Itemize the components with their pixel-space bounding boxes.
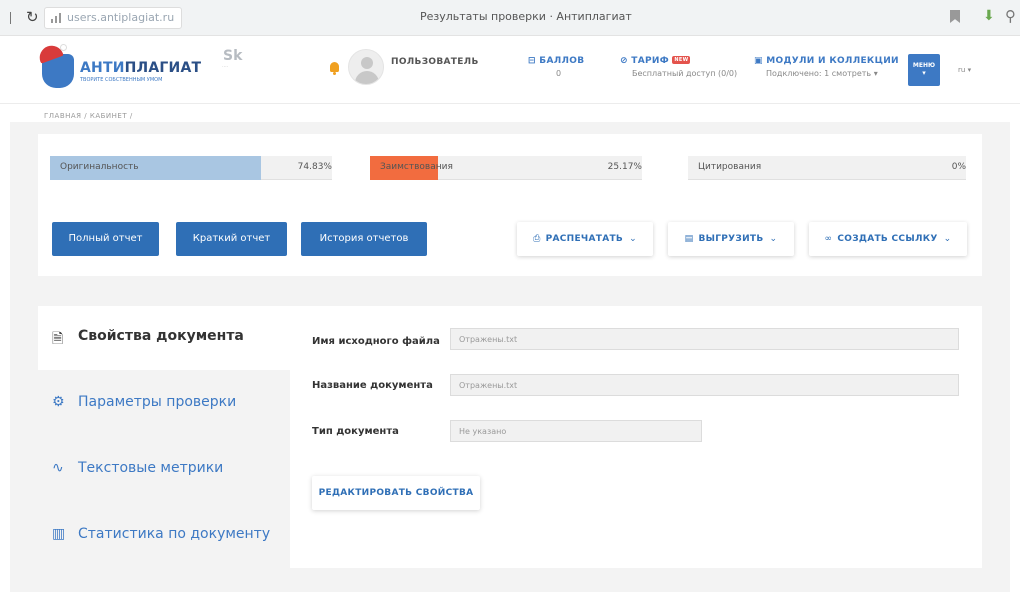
tariff-label: ТАРИФ <box>631 56 669 66</box>
report-history-button[interactable]: История отчетов <box>301 222 427 256</box>
download-extension-icon[interactable]: ⬇ <box>983 8 995 24</box>
doctype-label: Тип документа <box>312 426 399 437</box>
skolkovo-logo: Sk <box>223 48 243 64</box>
report-summary-card: Оригинальность 74.83% Заимствования 25.1… <box>38 134 982 276</box>
export-icon: ▤ <box>684 234 694 244</box>
export-button[interactable]: ▤ ВЫГРУЗИТЬ ⌄ <box>668 222 794 256</box>
antiplagiat-logo[interactable]: АНТИПЛАГИАТ ТВОРИТЕ СОБСТВЕННЫМ УМОМ <box>36 42 201 90</box>
points-block[interactable]: ⊟ БАЛЛОВ 0 <box>528 56 584 78</box>
browser-toolbar: ↻ users.antiplagiat.ru Результаты провер… <box>0 0 1020 36</box>
link-icon: ∞ <box>824 234 833 244</box>
chevron-down-icon: ▾ <box>922 69 926 77</box>
page-title: Результаты проверки · Антиплагиат <box>420 10 632 23</box>
short-report-button[interactable]: Краткий отчет <box>176 222 287 256</box>
language-selector[interactable]: ru ▾ <box>958 66 971 74</box>
signal-icon <box>51 13 61 23</box>
logo-tagline: ТВОРИТЕ СОБСТВЕННЫМ УМОМ <box>80 77 163 83</box>
printer-icon: ⎙ <box>533 234 541 244</box>
metric-value: 74.83% <box>297 162 332 172</box>
language-value: ru <box>958 66 966 74</box>
gear-icon: ⚙ <box>52 394 65 410</box>
document-icon: 🗎 <box>52 331 64 347</box>
logo-part-anti: АНТИ <box>80 60 125 76</box>
toolbar-divider <box>10 12 11 24</box>
points-value: 0 <box>556 69 562 78</box>
modules-value: Подключено: 1 смотреть <box>766 69 872 78</box>
chevron-down-icon: ▾ <box>873 69 878 78</box>
avatar-body <box>355 71 379 84</box>
tab-label: Параметры проверки <box>78 394 237 410</box>
tab-document-statistics[interactable]: ▥ Статистика по документу <box>38 504 290 568</box>
tab-label: Текстовые метрики <box>78 460 224 476</box>
export-label: ВЫГРУЗИТЬ <box>698 234 764 244</box>
metric-value: 25.17% <box>607 162 642 172</box>
skolkovo-sub: ···· <box>222 64 229 70</box>
avatar[interactable] <box>348 49 384 85</box>
modules-label: МОДУЛИ И КОЛЛЕКЦИИ <box>766 56 899 66</box>
chart-icon: ▥ <box>52 526 66 542</box>
filename-label: Имя исходного файла <box>312 336 440 347</box>
print-button[interactable]: ⎙ РАСПЕЧАТАТЬ ⌄ <box>517 222 653 256</box>
metric-label: Цитирования <box>698 162 762 172</box>
tab-document-properties[interactable]: 🗎 Свойства документа <box>38 306 290 370</box>
create-link-button[interactable]: ∞ СОЗДАТЬ ССЫЛКУ ⌄ <box>809 222 967 256</box>
tariff-block[interactable]: ⊘ ТАРИФ NEW Бесплатный доступ (0/0) <box>620 56 737 78</box>
hat-pompom-icon <box>60 44 67 51</box>
filename-field[interactable]: Отражены.txt <box>450 328 959 350</box>
metric-value: 0% <box>951 162 966 172</box>
document-properties-card: Имя исходного файла Отражены.txt Названи… <box>290 306 982 568</box>
bell-icon[interactable] <box>330 62 339 72</box>
breadcrumb[interactable]: ГЛАВНАЯ / КАБИНЕТ / <box>44 112 133 120</box>
tab-text-metrics[interactable]: ∿ Текстовые метрики <box>38 438 290 502</box>
menu-button[interactable]: МЕНЮ ▾ <box>908 54 940 86</box>
metric-label: Заимствования <box>380 162 453 172</box>
modules-block[interactable]: ▣ МОДУЛИ И КОЛЛЕКЦИИ Подключено: 1 смотр… <box>754 56 899 78</box>
metric-originality: Оригинальность 74.83% <box>50 156 332 180</box>
extension-icon[interactable]: ⚲ <box>1005 7 1016 25</box>
tab-check-parameters[interactable]: ⚙ Параметры проверки <box>38 372 290 436</box>
logo-part-plagiat: ПЛАГИАТ <box>124 60 202 76</box>
user-name[interactable]: ПОЛЬЗОВАТЕЛЬ <box>391 57 479 67</box>
metric-borrowings: Заимствования 25.17% <box>370 156 642 180</box>
create-link-label: СОЗДАТЬ ССЫЛКУ <box>837 234 938 244</box>
tariff-value: Бесплатный доступ (0/0) <box>632 69 738 78</box>
reload-icon[interactable]: ↻ <box>26 8 39 26</box>
bookmark-icon[interactable] <box>950 10 960 23</box>
chevron-down-icon: ⌄ <box>943 234 952 244</box>
tab-label: Статистика по документу <box>78 526 271 542</box>
metric-label: Оригинальность <box>60 162 139 172</box>
wallet-icon: ⊟ <box>528 56 540 66</box>
menu-label: МЕНЮ <box>912 62 936 69</box>
modules-icon: ▣ <box>754 56 767 66</box>
full-report-button[interactable]: Полный отчет <box>52 222 159 256</box>
logo-text: АНТИПЛАГИАТ <box>80 60 201 76</box>
docname-field[interactable]: Отражены.txt <box>450 374 959 396</box>
bell-clapper <box>333 72 336 75</box>
url-text: users.antiplagiat.ru <box>67 11 175 24</box>
metrics-icon: ∿ <box>52 460 64 476</box>
site-header: АНТИПЛАГИАТ ТВОРИТЕ СОБСТВЕННЫМ УМОМ Sk … <box>0 36 1020 104</box>
chevron-down-icon: ▾ <box>967 66 972 74</box>
chevron-down-icon: ⌄ <box>629 234 637 244</box>
print-label: РАСПЕЧАТАТЬ <box>545 234 624 244</box>
metric-citations: Цитирования 0% <box>688 156 966 180</box>
chevron-down-icon: ⌄ <box>769 234 778 244</box>
doctype-field[interactable]: Не указано <box>450 420 702 442</box>
edit-properties-button[interactable]: РЕДАКТИРОВАТЬ СВОЙСТВА <box>312 476 480 510</box>
points-label: БАЛЛОВ <box>539 56 585 66</box>
docname-label: Название документа <box>312 380 433 391</box>
new-badge: NEW <box>672 56 691 64</box>
address-bar[interactable]: users.antiplagiat.ru <box>44 7 182 29</box>
tab-label: Свойства документа <box>78 328 244 344</box>
avatar-head <box>361 57 373 69</box>
tag-icon: ⊘ <box>620 56 632 66</box>
